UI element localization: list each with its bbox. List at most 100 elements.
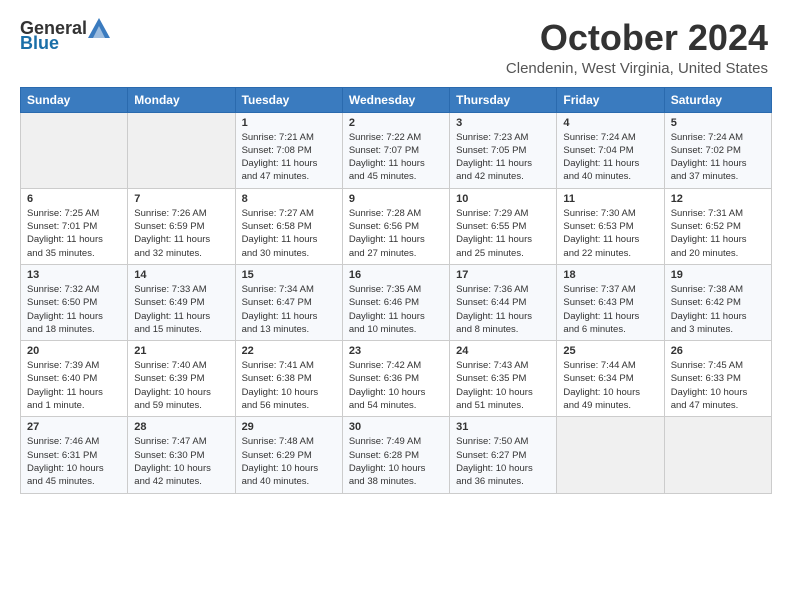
daylight-text: Daylight: 11 hours and 30 minutes. (242, 234, 318, 258)
calendar-week-0: 1 Sunrise: 7:21 AM Sunset: 7:08 PM Daylight… (21, 112, 772, 188)
day-number: 14 (134, 269, 228, 281)
sunrise-text: Sunrise: 7:33 AM (134, 284, 206, 295)
calendar-cell: 27 Sunrise: 7:46 AM Sunset: 6:31 PM Dayligh… (21, 417, 128, 493)
day-info: Sunrise: 7:25 AMSunset: 7:01 PMDaylight:… (27, 207, 121, 260)
sunset-text: Sunset: 6:58 PM (242, 221, 312, 232)
calendar-cell: 17Sunrise: 7:36 AMSunset: 6:44 PMDayligh… (450, 264, 557, 340)
daylight-text: Daylight: 11 hours and 20 minutes. (671, 234, 747, 258)
daylight-text: Daylight: 11 hours and 1 minute. (27, 387, 103, 411)
location-title: Clendenin, West Virginia, United States (506, 60, 768, 77)
sunset-text: Sunset: 6:31 PM (27, 450, 97, 461)
col-wednesday: Wednesday (342, 87, 449, 112)
day-number: 3 (456, 117, 550, 129)
sunset-text: Sunset: 6:50 PM (27, 297, 97, 308)
sunset-text: Sunset: 6:35 PM (456, 373, 526, 384)
day-number: 15 (242, 269, 336, 281)
calendar-cell: 12Sunrise: 7:31 AMSunset: 6:52 PMDayligh… (664, 188, 771, 264)
sunrise-text: Sunrise: 7:46 AM (27, 436, 99, 447)
sunrise-text: Sunrise: 7:37 AM (563, 284, 635, 295)
sunset-text: Sunset: 7:08 PM (242, 145, 312, 156)
day-info: Sunrise: 7:28 AMSunset: 6:56 PMDaylight:… (349, 207, 443, 260)
sunrise-text: Sunrise: 7:27 AM (242, 208, 314, 219)
day-number: 27 (27, 421, 121, 433)
calendar-cell: 6Sunrise: 7:25 AMSunset: 7:01 PMDaylight… (21, 188, 128, 264)
calendar-cell: 15Sunrise: 7:34 AMSunset: 6:47 PMDayligh… (235, 264, 342, 340)
day-number: 17 (456, 269, 550, 281)
col-tuesday: Tuesday (235, 87, 342, 112)
daylight-text: Daylight: 11 hours and 6 minutes. (563, 311, 639, 335)
daylight-text: Daylight: 11 hours and 42 minutes. (456, 158, 532, 182)
sunset-text: Sunset: 6:30 PM (134, 450, 204, 461)
calendar-cell: 7Sunrise: 7:26 AMSunset: 6:59 PMDaylight… (128, 188, 235, 264)
sunset-text: Sunset: 6:40 PM (27, 373, 97, 384)
day-number: 13 (27, 269, 121, 281)
sunset-text: Sunset: 6:34 PM (563, 373, 633, 384)
daylight-text: Daylight: 11 hours and 15 minutes. (134, 311, 210, 335)
sunrise-text: Sunrise: 7:24 AM (671, 132, 743, 143)
daylight-text: Daylight: 11 hours and 47 minutes. (242, 158, 318, 182)
daylight-text: Daylight: 11 hours and 35 minutes. (27, 234, 103, 258)
sunrise-text: Sunrise: 7:45 AM (671, 360, 743, 371)
logo-blue: Blue (20, 33, 59, 54)
sunset-text: Sunset: 6:56 PM (349, 221, 419, 232)
sunset-text: Sunset: 6:27 PM (456, 450, 526, 461)
daylight-text: Daylight: 11 hours and 10 minutes. (349, 311, 425, 335)
calendar-table: Sunday Monday Tuesday Wednesday Thursday… (20, 87, 772, 494)
daylight-text: Daylight: 10 hours and 36 minutes. (456, 463, 533, 487)
col-friday: Friday (557, 87, 664, 112)
daylight-text: Daylight: 10 hours and 45 minutes. (27, 463, 104, 487)
sunrise-text: Sunrise: 7:25 AM (27, 208, 99, 219)
daylight-text: Daylight: 10 hours and 56 minutes. (242, 387, 319, 411)
calendar-cell: 3Sunrise: 7:23 AMSunset: 7:05 PMDaylight… (450, 112, 557, 188)
daylight-text: Daylight: 10 hours and 42 minutes. (134, 463, 211, 487)
calendar-cell (664, 417, 771, 493)
day-number: 1 (242, 117, 336, 129)
day-info: Sunrise: 7:38 AMSunset: 6:42 PMDaylight:… (671, 283, 765, 336)
sunset-text: Sunset: 6:29 PM (242, 450, 312, 461)
sunset-text: Sunset: 6:39 PM (134, 373, 204, 384)
calendar-cell: 31Sunrise: 7:50 AMSunset: 6:27 PMDayligh… (450, 417, 557, 493)
calendar-cell: 22Sunrise: 7:41 AMSunset: 6:38 PMDayligh… (235, 341, 342, 417)
sunset-text: Sunset: 6:49 PM (134, 297, 204, 308)
calendar-cell: 23Sunrise: 7:42 AMSunset: 6:36 PMDayligh… (342, 341, 449, 417)
calendar-cell: 21Sunrise: 7:40 AMSunset: 6:39 PMDayligh… (128, 341, 235, 417)
day-number: 10 (456, 193, 550, 205)
col-monday: Monday (128, 87, 235, 112)
calendar-cell: 1 Sunrise: 7:21 AM Sunset: 7:08 PM Daylight… (235, 112, 342, 188)
daylight-text: Daylight: 10 hours and 59 minutes. (134, 387, 211, 411)
daylight-text: Daylight: 11 hours and 32 minutes. (134, 234, 210, 258)
calendar-cell: 5Sunrise: 7:24 AMSunset: 7:02 PMDaylight… (664, 112, 771, 188)
calendar-header: Sunday Monday Tuesday Wednesday Thursday… (21, 87, 772, 112)
sunrise-text: Sunrise: 7:35 AM (349, 284, 421, 295)
day-number: 2 (349, 117, 443, 129)
sunset-text: Sunset: 6:38 PM (242, 373, 312, 384)
sunrise-text: Sunrise: 7:39 AM (27, 360, 99, 371)
day-info: Sunrise: 7:32 AMSunset: 6:50 PMDaylight:… (27, 283, 121, 336)
day-number: 12 (671, 193, 765, 205)
sunset-text: Sunset: 7:05 PM (456, 145, 526, 156)
daylight-text: Daylight: 11 hours and 8 minutes. (456, 311, 532, 335)
daylight-text: Daylight: 10 hours and 54 minutes. (349, 387, 426, 411)
sunrise-text: Sunrise: 7:48 AM (242, 436, 314, 447)
calendar-cell: 4Sunrise: 7:24 AMSunset: 7:04 PMDaylight… (557, 112, 664, 188)
daylight-text: Daylight: 11 hours and 13 minutes. (242, 311, 318, 335)
sunrise-text: Sunrise: 7:47 AM (134, 436, 206, 447)
day-number: 8 (242, 193, 336, 205)
sunrise-text: Sunrise: 7:41 AM (242, 360, 314, 371)
day-info: Sunrise: 7:39 AM Sunset: 6:40 PM Daylight:… (27, 359, 121, 412)
calendar-cell: 28Sunrise: 7:47 AMSunset: 6:30 PMDayligh… (128, 417, 235, 493)
daylight-text: Daylight: 11 hours and 37 minutes. (671, 158, 747, 182)
calendar-cell: 20Sunrise: 7:39 AMSunset: 6:40 PMDayligh… (21, 341, 128, 417)
day-info: Sunrise: 7:41 AM Sunset: 6:38 PM Daylight:… (242, 359, 336, 412)
daylight-text: Daylight: 11 hours and 45 minutes. (349, 158, 425, 182)
sunset-text: Sunset: 6:59 PM (134, 221, 204, 232)
sunset-text: Sunset: 6:47 PM (242, 297, 312, 308)
day-info: Sunrise: 7:27 AM Sunset: 6:58 PM Daylight:… (242, 207, 336, 260)
calendar-cell (21, 112, 128, 188)
day-number: 7 (134, 193, 228, 205)
day-info: Sunrise: 7:33 AM Sunset: 6:49 PM Daylight:… (134, 283, 228, 336)
calendar-cell: 2Sunrise: 7:22 AMSunset: 7:07 PMDaylight… (342, 112, 449, 188)
sunset-text: Sunset: 7:04 PM (563, 145, 633, 156)
day-number: 9 (349, 193, 443, 205)
sunrise-text: Sunrise: 7:21 AM (242, 132, 314, 143)
